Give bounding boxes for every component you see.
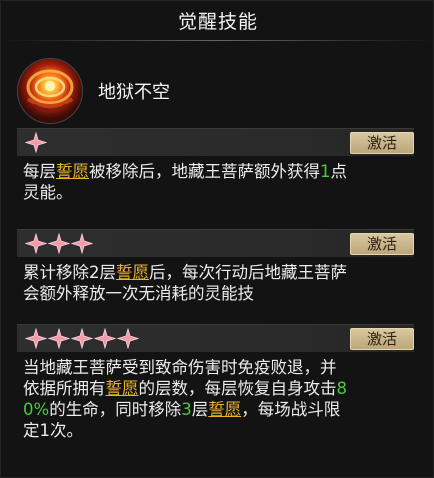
description-text: 每层 xyxy=(23,162,56,181)
activate-button[interactable]: 激活 xyxy=(350,328,414,350)
activate-button[interactable]: 激活 xyxy=(350,132,414,154)
tier-header: 激活 xyxy=(17,324,414,352)
description-text: 层 xyxy=(191,400,209,419)
number-text: 3 xyxy=(181,400,192,419)
tier-header: 激活 xyxy=(17,128,414,156)
skill-name: 地狱不空 xyxy=(98,82,170,103)
star-rating xyxy=(24,327,140,350)
awakening-skill-panel: 觉醒技能 地狱不空 激活 每层誓愿被移除后，地藏王菩萨额外获得1点 灵能。 激活 累计… xyxy=(0,0,434,478)
star-icon xyxy=(70,232,94,255)
number-text: 1 xyxy=(320,162,331,181)
title-divider xyxy=(1,40,434,41)
keyword-text[interactable]: 誓愿 xyxy=(116,263,149,282)
flame-vortex-icon xyxy=(17,58,83,124)
tier-description: 累计移除2层誓愿后，每次行动后地藏王菩萨 会额外释放一次无消耗的灵能技 xyxy=(23,262,415,304)
star-icon xyxy=(70,327,94,350)
keyword-text[interactable]: 誓愿 xyxy=(106,379,139,398)
keyword-text[interactable]: 誓愿 xyxy=(56,162,89,181)
star-icon xyxy=(116,327,140,350)
description-text: 累计移除2层 xyxy=(23,263,116,282)
star-icon xyxy=(24,131,48,154)
star-icon xyxy=(93,327,117,350)
panel-title: 觉醒技能 xyxy=(177,11,258,33)
star-icon xyxy=(24,327,48,350)
tier-description: 每层誓愿被移除后，地藏王菩萨额外获得1点 灵能。 xyxy=(23,161,415,203)
keyword-text[interactable]: 誓愿 xyxy=(208,400,241,419)
star-icon xyxy=(47,327,71,350)
star-icon xyxy=(24,232,48,255)
tier-description: 当地藏王菩萨受到致命伤害时免疫败退，并 依据所拥有誓愿的层数，每层恢复自身攻击8… xyxy=(23,357,415,441)
description-text: 的生命，同时移除 xyxy=(49,400,182,419)
activate-button[interactable]: 激活 xyxy=(350,233,414,255)
tier-header: 激活 xyxy=(17,229,414,257)
star-rating xyxy=(24,131,48,154)
star-icon xyxy=(47,232,71,255)
description-text: 的层数，每层恢复自身攻击 xyxy=(138,379,337,398)
star-rating xyxy=(24,232,94,255)
description-text: 被移除后，地藏王菩萨额外获得 xyxy=(89,162,320,181)
